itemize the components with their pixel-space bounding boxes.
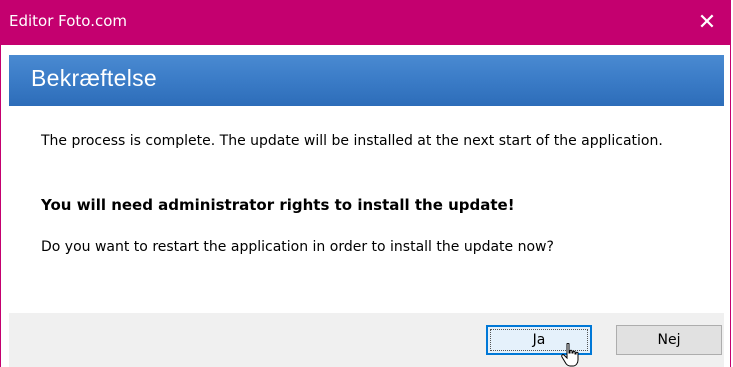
- title-bar[interactable]: Editor Foto.com ✕: [1, 0, 730, 45]
- hand-pointer-icon: [561, 343, 579, 367]
- message-question: Do you want to restart the application i…: [41, 239, 554, 255]
- close-icon: ✕: [697, 10, 717, 35]
- dialog-heading: Bekræftelse: [31, 65, 158, 91]
- dialog-header: Bekræftelse: [9, 55, 724, 106]
- no-button[interactable]: Nej: [616, 325, 722, 355]
- message-completion: The process is complete. The update will…: [41, 133, 663, 149]
- message-warning: You will need administrator rights to in…: [41, 196, 515, 214]
- dialog-window: Editor Foto.com ✕ Bekræftelse The proces…: [0, 0, 731, 367]
- window-title: Editor Foto.com: [9, 12, 128, 30]
- close-button[interactable]: ✕: [684, 0, 730, 45]
